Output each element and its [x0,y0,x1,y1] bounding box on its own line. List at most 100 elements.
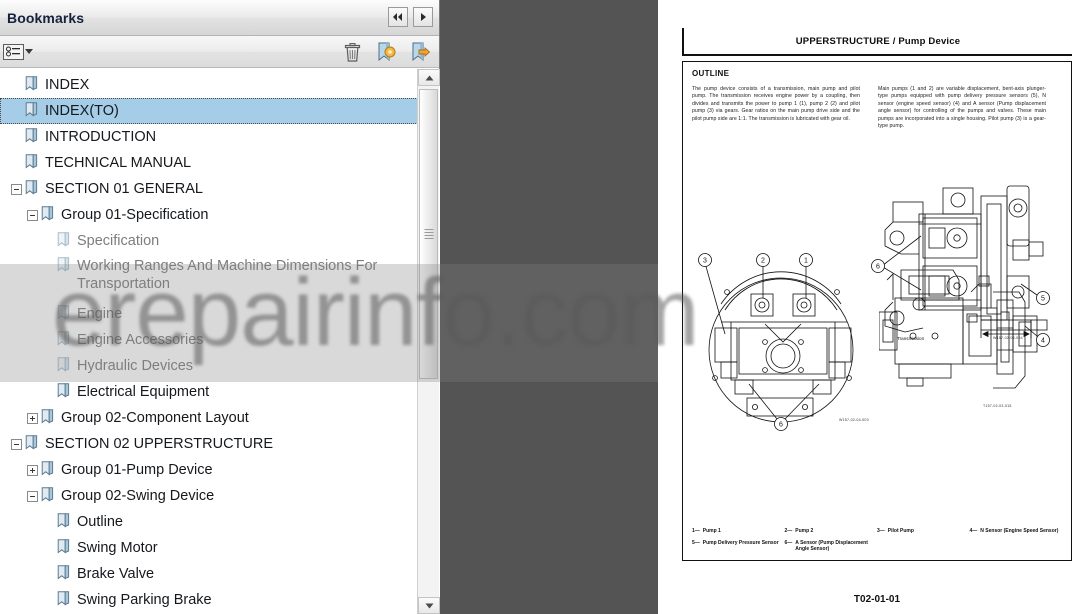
collapse-node-icon[interactable] [27,490,38,502]
scrollbar-track[interactable] [418,86,439,597]
legend-item: 2— Pump 2 [785,528,878,535]
new-bookmark-button[interactable] [375,41,397,63]
callout-6-bottom: 6 [748,383,820,431]
tree-item[interactable]: Group 01-Pump Device [0,457,418,483]
tree-item[interactable]: SECTION 02 UPPERSTRUCTURE [0,431,418,457]
tree-item[interactable]: Outline [0,509,418,535]
tree-item-label: SECTION 01 GENERAL [45,181,203,197]
column-right: Main pumps (1 and 2) are variable displa… [878,86,1046,130]
delete-bookmark-button[interactable] [341,41,363,63]
bookmarks-panel-header: Bookmarks [0,0,439,36]
document-header: UPPERSTRUCTURE / Pump Device [682,28,1072,56]
legend-label: Pump Delivery Pressure Sensor [702,539,779,546]
document-header-title: UPPERSTRUCTURE / Pump Device [795,35,961,47]
tree-item-label: INDEX [45,77,90,93]
bookmark-icon [57,512,70,532]
legend-label: N Sensor (Engine Speed Sensor) [980,528,1059,535]
tree-item[interactable]: Swing Motor [0,535,418,561]
tree-item[interactable]: Specification [0,228,418,254]
document-body: OUTLINE The pump device consists of a tr… [682,61,1072,561]
tree-item[interactable]: Brake Valve [0,561,418,587]
legend-item: 3— Pilot Pump [877,528,970,535]
tree-item[interactable]: Working Ranges And Machine Dimensions Fo… [0,254,418,301]
scrollbar-grip-icon [424,227,433,241]
figure-pump-device-plan: 1 2 3 6 W157-02-04-003 [691,252,877,432]
scrollbar-thumb[interactable] [419,89,438,379]
legend-number: 4— [969,528,978,535]
tree-item-label: INDEX(TO) [45,103,119,119]
figure-n-sensor: 4 T157-02-03-015 [879,258,1051,418]
expand-node-icon[interactable] [27,412,38,424]
double-left-arrow-icon [393,13,402,21]
legend-number: 6— [784,539,793,546]
collapse-node-icon[interactable] [27,209,38,221]
tree-item-label: Engine [77,306,123,322]
chevron-down-icon [25,49,33,54]
options-list-icon [3,43,24,60]
tree-item[interactable]: Swing Parking Brake [0,587,418,613]
collapse-panel-button[interactable] [388,7,408,27]
bookmark-icon [57,382,70,402]
tree-item[interactable]: TECHNICAL MANUAL [0,150,418,176]
bookmark-icon [57,590,70,610]
bookmarks-tree-container: INDEX INDEX(TO) INTRODUCTION TECHNICAL MANU… [0,69,440,614]
tree-item-label: SECTION 02 UPPERSTRUCTURE [45,436,274,452]
right-arrow-icon [421,13,426,21]
tree-item-label: TECHNICAL MANUAL [45,155,192,171]
tree-item[interactable]: Electrical Equipment [0,379,418,405]
scroll-up-button[interactable] [418,69,440,86]
tree-item-label: Engine Accessories [77,332,204,348]
bookmarks-scrollbar[interactable] [417,69,440,614]
legend-number: 1— [692,528,700,535]
tree-item-label: Group 02-Swing Device [61,488,215,504]
expand-panel-button[interactable] [413,7,433,27]
expand-node-icon[interactable] [27,464,38,476]
bookmark-icon [25,101,38,121]
figure-code-bottom-left: W157-02-04-003 [839,418,869,422]
bookmark-icon [25,153,38,173]
tree-item[interactable]: Engine [0,301,418,327]
bookmark-icon [25,179,38,199]
tree-item-label: Group 02-Component Layout [61,410,249,426]
tree-item[interactable]: Group 02-Swing Device [0,483,418,509]
document-viewer[interactable]: UPPERSTRUCTURE / Pump Device OUTLINE The… [441,0,1092,614]
tree-item-label: Hydraulic Devices [77,358,194,374]
tree-item-label: Swing Parking Brake [77,592,212,608]
tree-item[interactable]: Hydraulic Devices [0,353,418,379]
tree-item[interactable]: INDEX(TO) [0,98,418,124]
bookmarks-panel: Bookmarks INDEX INDEX(TO) INTRODUCTION T… [0,0,440,614]
body-columns: The pump device consists of a transmissi… [692,86,1062,130]
tree-item[interactable]: INTRODUCTION [0,124,418,150]
tree-item[interactable]: Group 02-Component Layout [0,405,418,431]
bookmark-options-button[interactable] [3,43,33,60]
tree-item-label: Electrical Equipment [77,384,210,400]
bookmark-icon [25,75,38,95]
legend-label: Pump 1 [702,528,721,535]
scroll-down-button[interactable] [418,597,440,614]
collapse-node-icon[interactable] [11,438,22,450]
tree-item[interactable]: SECTION 01 GENERAL [0,176,418,202]
bookmarks-toolbar [0,36,439,68]
bookmark-icon [41,486,54,506]
legend-item: 4— N Sensor (Engine Speed Sensor) [970,528,1063,535]
tree-item[interactable]: Group 01-Specification [0,202,418,228]
tree-item-label: Outline [77,514,123,530]
bookmarks-tree[interactable]: INDEX INDEX(TO) INTRODUCTION TECHNICAL MANU… [0,69,418,614]
tree-item-label: Brake Valve [77,566,155,582]
svg-text:3: 3 [703,258,707,265]
pdf-reader-window: Bookmarks INDEX INDEX(TO) INTRODUCTION T… [0,0,1092,614]
legend-row-1: 1— Pump 1 2— Pump 2 3— Pilot Pump 4— N S… [692,528,1062,535]
bookmark-settings-icon [378,42,396,62]
page-content: UPPERSTRUCTURE / Pump Device OUTLINE The… [682,28,1072,605]
goto-bookmark-button[interactable] [409,41,431,63]
tree-item[interactable]: INDEX [0,72,418,98]
figure-code-bottom-right: T157-02-03-015 [983,404,1012,408]
legend-item: 5— Pump Delivery Pressure Sensor [692,540,785,553]
svg-text:2: 2 [761,258,765,265]
legend-spacer [877,540,970,553]
tree-item[interactable]: Engine Accessories [0,327,418,353]
bookmark-icon [57,564,70,584]
collapse-node-icon[interactable] [11,183,22,195]
bookmark-icon [41,205,54,225]
trash-icon [344,42,360,62]
